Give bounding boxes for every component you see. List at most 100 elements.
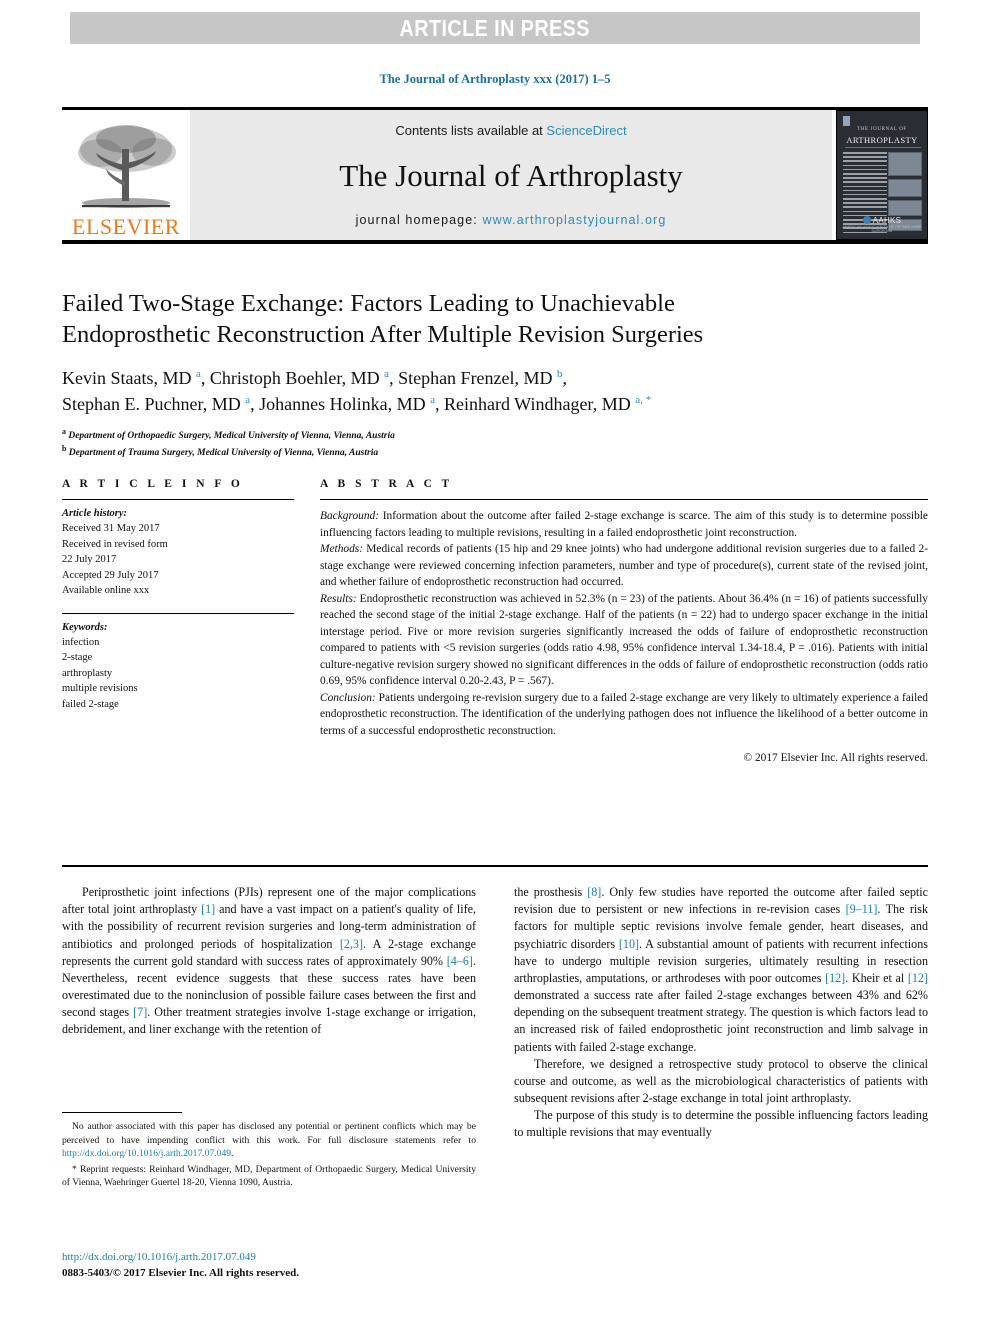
- abstract-methods-text: Medical records of patients (15 hip and …: [320, 543, 928, 589]
- homepage-prefix: journal homepage:: [355, 213, 483, 227]
- body-text: demonstrated a success rate after failed…: [514, 988, 928, 1054]
- citation-ref[interactable]: [8]: [587, 885, 601, 899]
- abstract-copyright: © 2017 Elsevier Inc. All rights reserved…: [743, 752, 928, 765]
- body-paragraph: Therefore, we designed a retrospective s…: [514, 1056, 928, 1106]
- abstract-body: Background: Information about the outcom…: [320, 500, 928, 767]
- author-affil-mark[interactable]: b: [557, 368, 563, 380]
- author-affil-mark[interactable]: a: [196, 368, 201, 380]
- body-left-column: Periprosthetic joint infections (PJIs) r…: [62, 884, 476, 1142]
- disclosure-text: No author associated with this paper has…: [62, 1121, 476, 1146]
- citation-ref[interactable]: [1]: [201, 902, 215, 916]
- article-info-column: A R T I C L E I N F O Article history: R…: [62, 478, 294, 767]
- issn-copyright: 0883-5403/© 2017 Elsevier Inc. All right…: [62, 1266, 299, 1279]
- body-paragraph: the prosthesis [8]. Only few studies hav…: [514, 884, 928, 1056]
- article-history-item: 22 July 2017: [62, 554, 117, 566]
- article-history-item: Received 31 May 2017: [62, 523, 160, 535]
- journal-masthead: ELSEVIER Contents lists available at Sci…: [62, 107, 928, 244]
- body-paragraph: The purpose of this study is to determin…: [514, 1108, 928, 1140]
- citation-ref[interactable]: [7]: [133, 1005, 147, 1019]
- aahks-label: AAHKS: [872, 216, 902, 225]
- citation-ref[interactable]: [4–6]: [447, 954, 473, 968]
- title-block: Failed Two-Stage Exchange: Factors Leadi…: [62, 288, 928, 461]
- elsevier-wordmark: ELSEVIER: [72, 214, 180, 239]
- body-columns: Periprosthetic joint infections (PJIs) r…: [62, 884, 928, 1142]
- affiliation-text: Department of Trauma Surgery, Medical Un…: [68, 448, 379, 459]
- abstract-methods-label: Methods:: [320, 543, 364, 556]
- doi-link[interactable]: http://dx.doi.org/10.1016/j.arth.2017.07…: [62, 1250, 476, 1266]
- cover-title: ARTHROPLASTY: [846, 135, 918, 145]
- author-item: Johannes Holinka, MD a: [259, 394, 435, 414]
- abstract-conclusion: Conclusion: Patients undergoing re-revis…: [320, 690, 928, 740]
- author-item: Stephan Frenzel, MD b: [398, 368, 562, 388]
- page-title: Failed Two-Stage Exchange: Factors Leadi…: [62, 288, 928, 351]
- article-history-item: Received in revised form: [62, 538, 168, 550]
- citation-ref[interactable]: [12]: [908, 971, 928, 985]
- cover-subtitle: THE JOURNAL OF: [857, 127, 907, 132]
- contents-prefix: Contents lists available at: [395, 123, 547, 138]
- affiliation-mark: a: [62, 426, 66, 436]
- citation-ref[interactable]: [10]: [619, 937, 639, 951]
- author-affil-mark[interactable]: a, *: [635, 394, 651, 406]
- keyword-item: infection: [62, 636, 100, 648]
- author-name: Kevin Staats, MD: [62, 367, 192, 388]
- info-abstract-section: A R T I C L E I N F O Article history: R…: [62, 478, 928, 767]
- sciencedirect-link[interactable]: ScienceDirect: [546, 123, 626, 138]
- article-info-heading: A R T I C L E I N F O: [62, 478, 244, 490]
- body-text: . Kheir et al: [845, 970, 908, 985]
- body-right-column: the prosthesis [8]. Only few studies hav…: [514, 884, 928, 1142]
- journal-cover-thumbnail: THE JOURNAL OF ARTHROPLASTY AAHKS AMERIC…: [836, 110, 928, 240]
- author-item: Christoph Boehler, MD a: [210, 368, 389, 388]
- affiliation-text: Department of Orthopaedic Surgery, Medic…: [68, 431, 395, 442]
- abstract-conclusion-label: Conclusion:: [320, 691, 376, 704]
- keywords-label: Keywords:: [62, 621, 108, 633]
- abstract-results: Results: Endoprosthetic reconstruction w…: [320, 591, 928, 690]
- article-history-item: Accepted 29 July 2017: [62, 569, 159, 581]
- abstract-heading: A B S T R A C T: [320, 478, 453, 490]
- aahks-logo: AAHKS AMERICAN ASSOCIATION OF HIP AND KN…: [837, 216, 927, 233]
- author-affil-mark[interactable]: a: [245, 394, 250, 406]
- title-line-2: Endoprosthetic Reconstruction After Mult…: [62, 321, 704, 349]
- abstract-background-label: Background:: [320, 510, 380, 522]
- article-history-item: Available online xxx: [62, 585, 150, 597]
- author-name: Christoph Boehler, MD: [209, 367, 380, 388]
- author-item: Stephan E. Puchner, MD a: [62, 394, 250, 414]
- abstract-results-text: Endoprosthetic reconstruction was achiev…: [320, 592, 928, 688]
- author-list: Kevin Staats, MD a, Christoph Boehler, M…: [62, 367, 652, 414]
- article-history-block: Article history: Received 31 May 2017 Re…: [62, 500, 294, 599]
- author-affil-mark[interactable]: a: [384, 368, 389, 380]
- title-line-1: Failed Two-Stage Exchange: Factors Leadi…: [62, 290, 675, 317]
- affiliation-item: b Department of Trauma Surgery, Medical …: [62, 443, 928, 460]
- citation-ref[interactable]: [12]: [825, 971, 845, 985]
- affiliation-list: a Department of Orthopaedic Surgery, Med…: [62, 426, 928, 461]
- keyword-item: 2-stage: [62, 652, 93, 664]
- keyword-item: arthroplasty: [62, 667, 113, 679]
- author-name: Stephan Frenzel, MD: [398, 367, 553, 388]
- masthead-center: Contents lists available at ScienceDirec…: [190, 110, 832, 240]
- abstract-methods: Methods: Medical records of patients (15…: [320, 541, 928, 591]
- article-in-press-label: ARTICLE IN PRESS: [399, 14, 591, 41]
- aahks-mark-icon: [862, 216, 871, 224]
- affiliation-mark: b: [62, 444, 67, 454]
- disclosure-doi-link[interactable]: http://dx.doi.org/10.1016/j.arth.2017.07…: [62, 1148, 231, 1159]
- author-item: Kevin Staats, MD a: [62, 368, 201, 388]
- citation-ref[interactable]: [9–11]: [846, 902, 878, 916]
- author-name: Reinhard Windhager, MD: [444, 393, 631, 414]
- footnote-rule: [62, 1112, 182, 1113]
- cover-divider: [845, 147, 921, 148]
- abstract-column: A B S T R A C T Background: Information …: [320, 478, 928, 767]
- body-text: the prosthesis: [514, 885, 588, 899]
- body-paragraph: Periprosthetic joint infections (PJIs) r…: [62, 884, 476, 1039]
- article-history-label: Article history:: [62, 508, 128, 519]
- author-name: Stephan E. Puchner, MD: [62, 393, 241, 414]
- aahks-sublabel: AMERICAN ASSOCIATION OF HIP AND KNEE SUR…: [842, 225, 922, 233]
- keyword-item: multiple revisions: [62, 683, 138, 695]
- journal-citation-line: The Journal of Arthroplasty xxx (2017) 1…: [379, 72, 611, 86]
- reprint-footnote: * Reprint requests: Reinhard Windhager, …: [62, 1163, 476, 1189]
- article-in-press-banner: ARTICLE IN PRESS: [70, 12, 920, 44]
- journal-title: The Journal of Arthroplasty: [339, 157, 683, 193]
- citation-ref[interactable]: [2,3]: [340, 937, 363, 951]
- elsevier-tree-icon: [78, 125, 176, 208]
- author-affil-mark[interactable]: a: [430, 394, 435, 406]
- journal-homepage-link[interactable]: www.arthroplastyjournal.org: [482, 213, 666, 227]
- contents-lists-line: Contents lists available at ScienceDirec…: [395, 123, 626, 138]
